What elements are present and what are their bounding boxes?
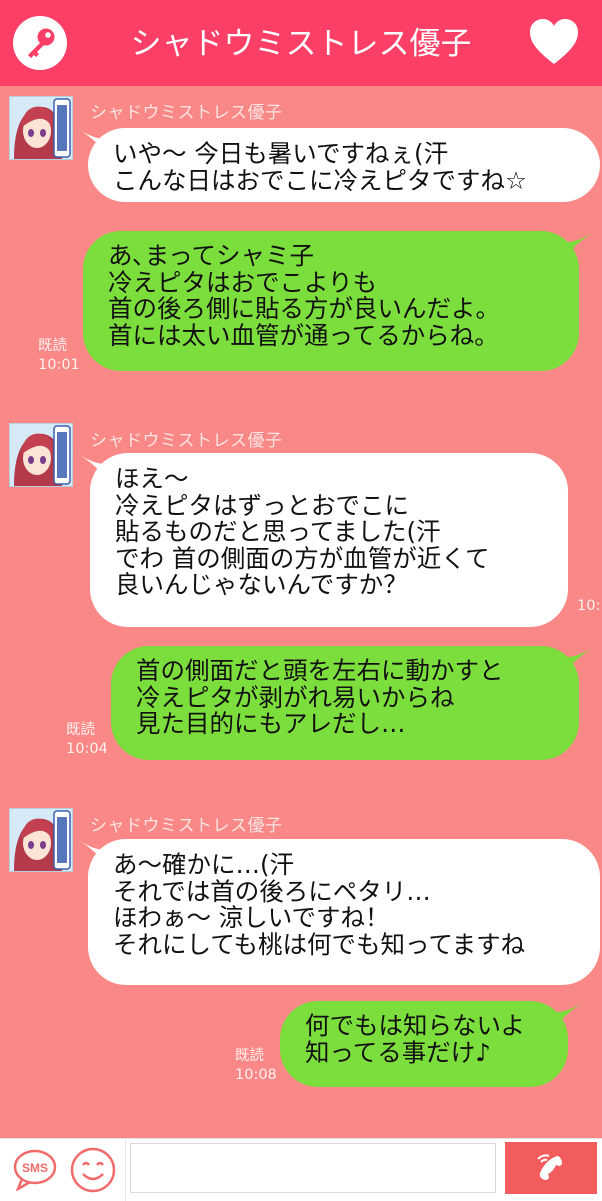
emoji-button[interactable] bbox=[68, 1145, 118, 1195]
chat-log[interactable]: シャドウミストレス優子 いや〜 今日も暑いですねぇ(汗 こんな日はおでこに冷えピ… bbox=[0, 86, 602, 1138]
sender-name: シャドウミストレス優子 bbox=[90, 816, 283, 836]
read-receipt: 既読 10:01 bbox=[38, 337, 80, 375]
message-input[interactable] bbox=[130, 1143, 496, 1193]
message-bubble-received: ほえ〜 冷えピタはずっとおでこに 貼るものだと思ってました(汗 でわ 首の側面の… bbox=[90, 453, 568, 627]
message-bubble-received: あ〜確かに…(汗 それでは首の後ろにペタリ… ほわぁ〜 涼しいですね！ それにし… bbox=[88, 839, 600, 985]
app-header: シャドウミストレス優子 bbox=[0, 0, 602, 86]
sender-name: シャドウミストレス優子 bbox=[90, 431, 283, 451]
avatar[interactable] bbox=[9, 808, 73, 872]
read-status: 既読 bbox=[66, 722, 95, 738]
footer-divider bbox=[125, 1139, 126, 1201]
key-icon bbox=[28, 28, 55, 58]
avatar-icon bbox=[10, 97, 72, 159]
sender-name: シャドウミストレス優子 bbox=[90, 103, 283, 123]
key-button[interactable] bbox=[13, 16, 67, 70]
avatar[interactable] bbox=[9, 423, 73, 487]
sms-label: SMS bbox=[22, 1161, 48, 1175]
sms-button[interactable]: SMS bbox=[12, 1147, 60, 1192]
message-bubble-sent: あ､まってシャミ子 冷えピタはおでこよりも 首の後ろ側に貼る方が良いんだよ。 首… bbox=[83, 231, 579, 371]
message-time: 10: bbox=[577, 598, 601, 614]
smiley-icon bbox=[70, 1147, 116, 1193]
message-time: 10:08 bbox=[235, 1067, 277, 1083]
sms-icon: SMS bbox=[13, 1149, 57, 1192]
read-receipt: 既読 10:08 bbox=[235, 1047, 277, 1085]
message-time: 10:01 bbox=[38, 357, 80, 373]
avatar-icon bbox=[10, 424, 72, 486]
call-button[interactable] bbox=[505, 1142, 597, 1194]
phone-icon bbox=[537, 1154, 562, 1180]
read-status: 既読 bbox=[235, 1048, 264, 1064]
read-receipt: 既読 10:04 bbox=[66, 721, 108, 759]
avatar[interactable] bbox=[9, 96, 73, 160]
message-bubble-sent: 首の側面だと頭を左右に動かすと 冷えピタが剥がれ易いからね 見た目的にもアレだし… bbox=[111, 646, 579, 760]
avatar-icon bbox=[10, 809, 72, 871]
message-bubble-sent: 何でもは知らないよ 知ってる事だけ♪ bbox=[280, 1001, 568, 1087]
chat-title: シャドウミストレス優子 bbox=[130, 26, 472, 62]
heart-icon bbox=[530, 19, 578, 64]
message-input-bar: SMS bbox=[0, 1138, 602, 1201]
favorite-button[interactable] bbox=[528, 18, 580, 66]
read-status: 既読 bbox=[38, 338, 67, 354]
message-bubble-received: いや〜 今日も暑いですねぇ(汗 こんな日はおでこに冷えピタですね☆ bbox=[88, 128, 600, 202]
message-time: 10:04 bbox=[66, 741, 108, 757]
